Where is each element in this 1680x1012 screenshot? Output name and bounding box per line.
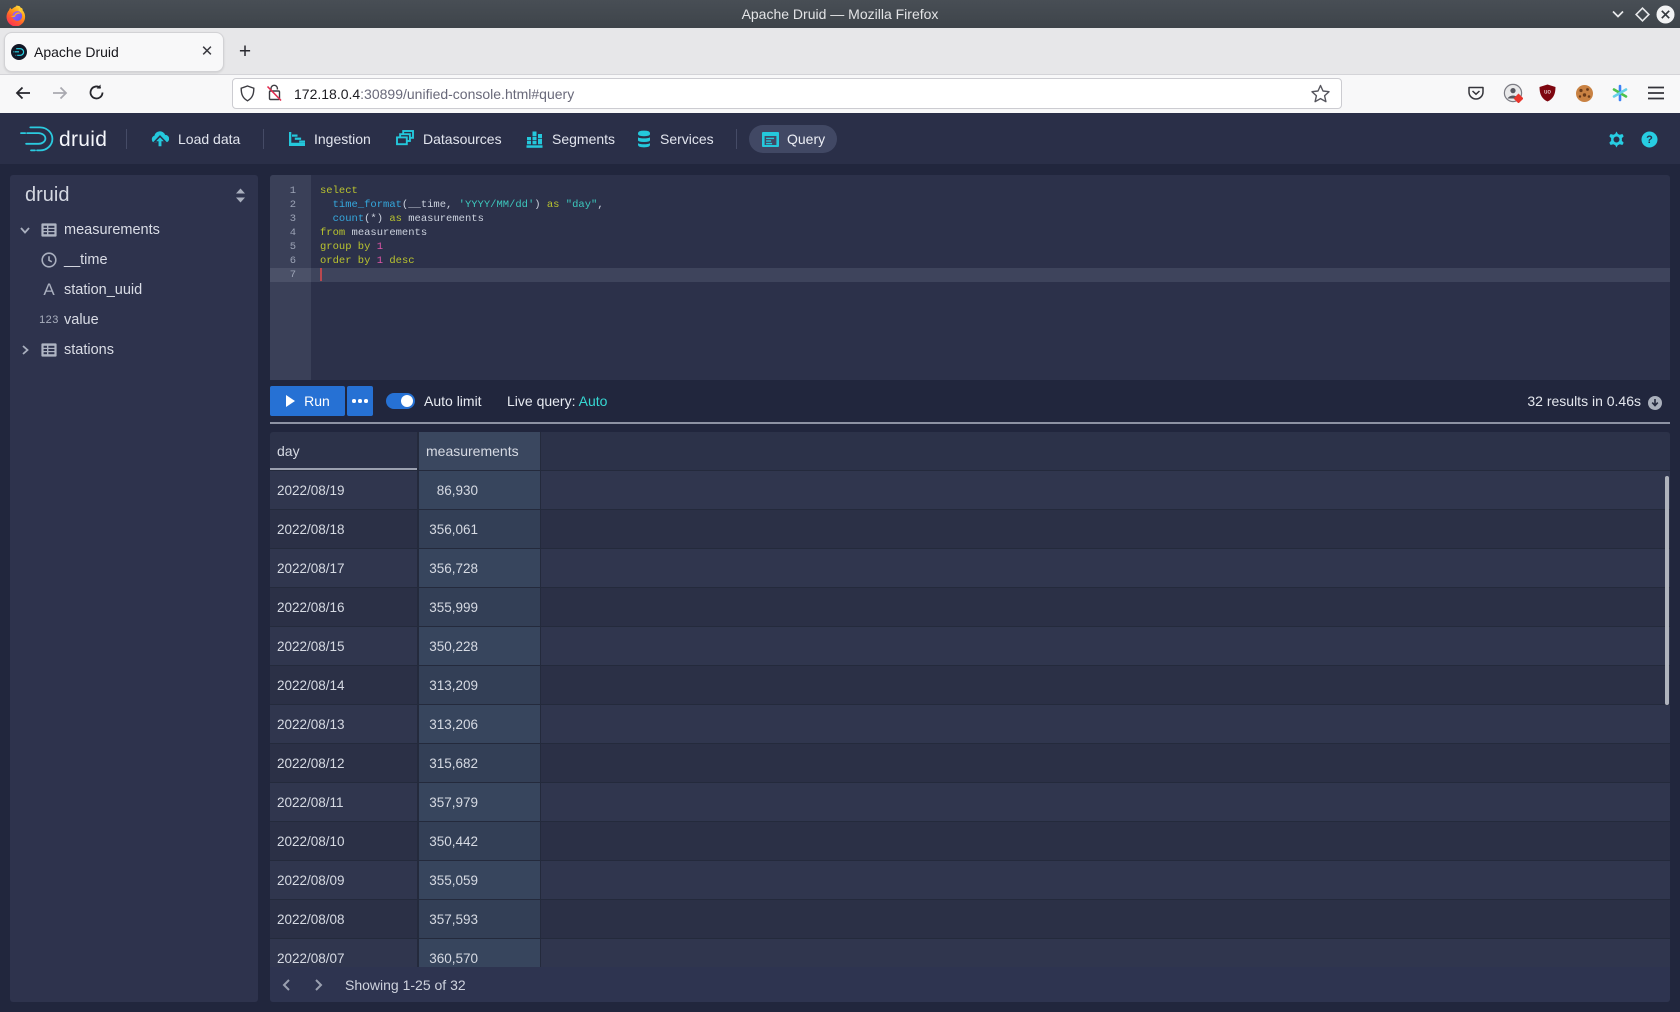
svg-text:?: ? xyxy=(1646,134,1653,146)
svg-text:uo: uo xyxy=(1544,90,1551,96)
